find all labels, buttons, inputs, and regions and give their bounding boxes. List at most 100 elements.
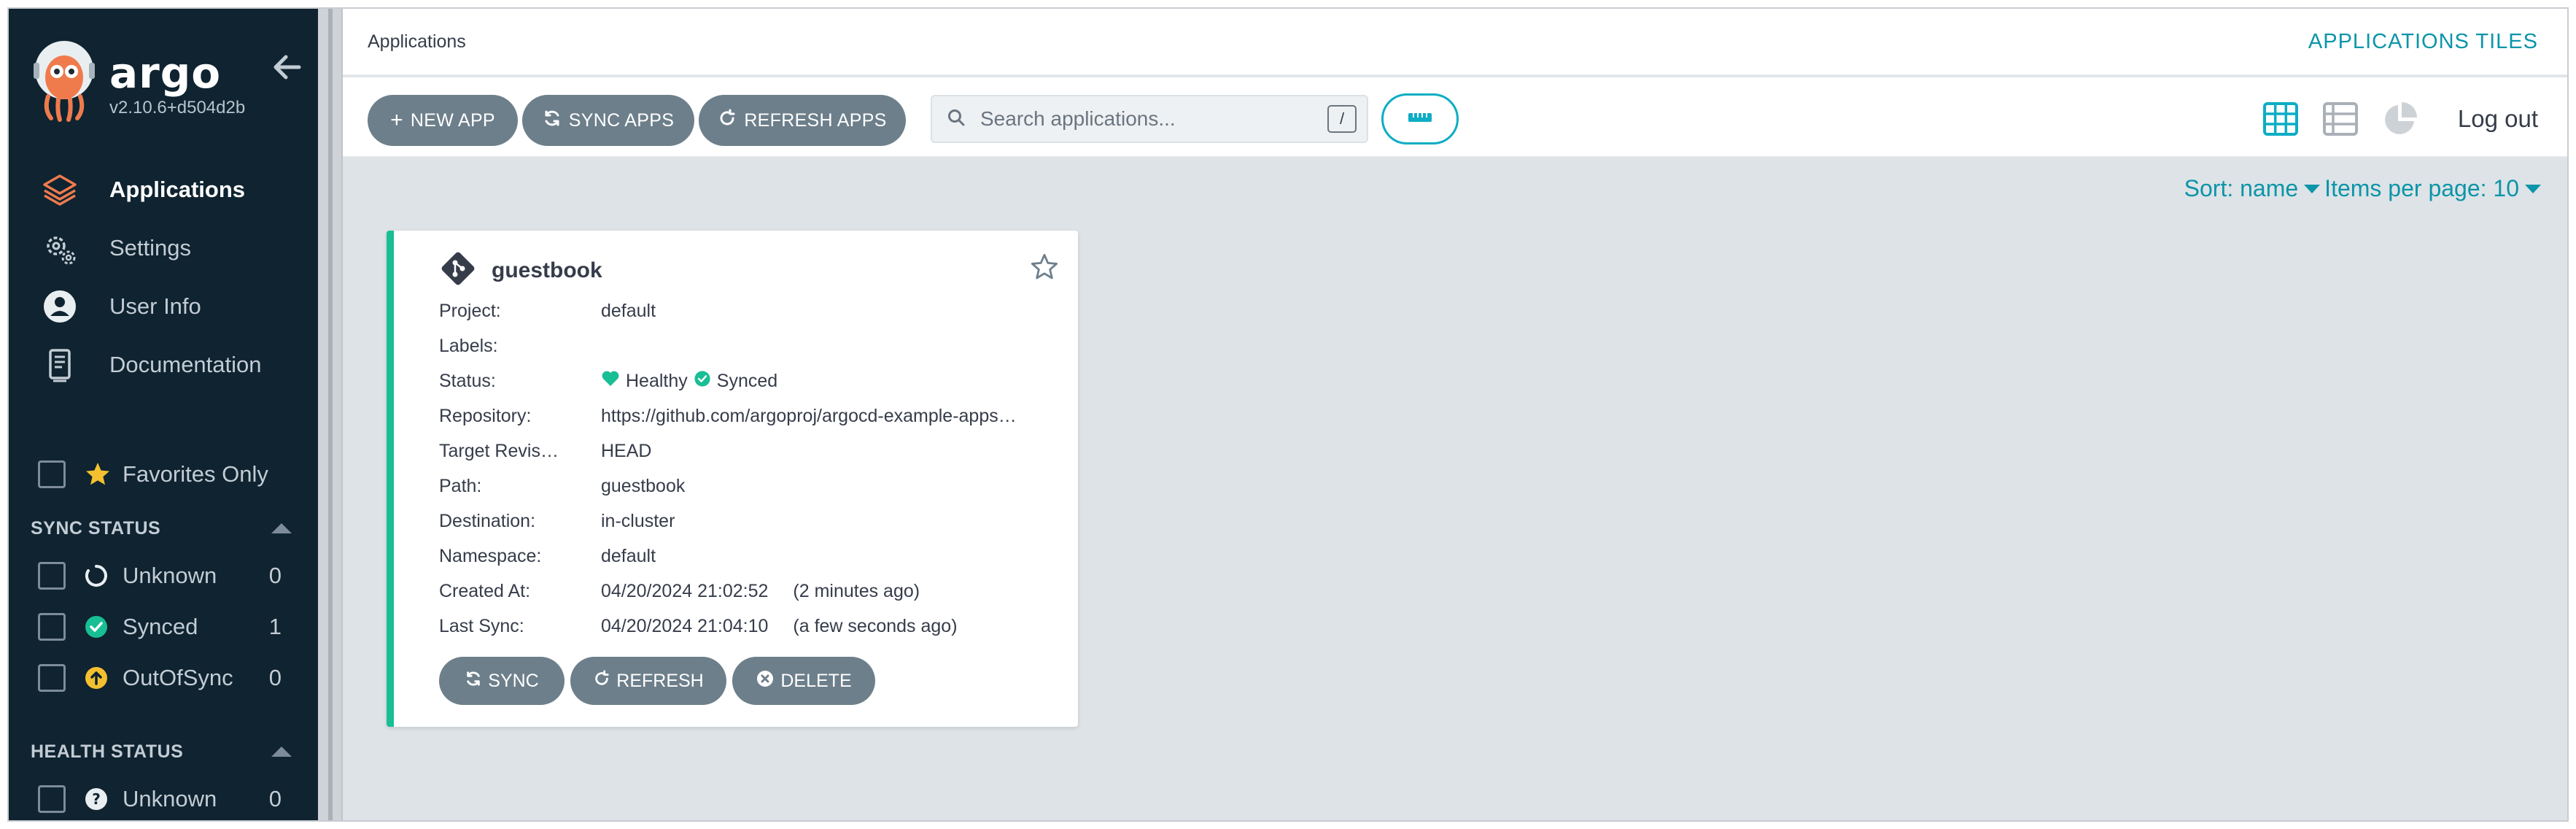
application-name[interactable]: guestbook — [492, 258, 602, 283]
filter-row-outofsync: OutOfSync 0 — [9, 652, 318, 703]
sort-dropdown[interactable]: Sort: name — [2184, 175, 2321, 202]
synced-checkbox[interactable] — [38, 613, 66, 641]
detail-value: 04/20/2024 21:02:52 (2 minutes ago) — [601, 581, 1063, 602]
check-circle-icon — [83, 614, 109, 640]
refresh-apps-label: REFRESH APPS — [744, 109, 887, 131]
new-app-button[interactable]: + NEW APP — [368, 95, 518, 146]
detail-value: default — [601, 546, 1063, 567]
star-icon — [85, 461, 111, 487]
created-at-value: 04/20/2024 21:02:52 — [601, 580, 769, 601]
search-box: / — [931, 95, 1368, 143]
application-details: Project: default Labels: Status: Healthy — [439, 293, 1063, 644]
application-tile[interactable]: guestbook Project: default Labels: Statu… — [387, 231, 1078, 727]
repository-value[interactable]: https://github.com/argoproj/argocd-examp… — [601, 406, 1017, 427]
filter-toggle-button[interactable] — [1381, 93, 1459, 144]
layers-icon — [41, 171, 79, 209]
health-status-filter: HEALTH STATUS ? Unknown 0 — [9, 730, 318, 820]
health-status-header[interactable]: HEALTH STATUS — [9, 730, 318, 774]
detail-key: Created At: — [439, 580, 531, 601]
unknown-health-checkbox[interactable] — [38, 785, 66, 813]
pie-chart-view-icon[interactable] — [2382, 101, 2418, 137]
namespace-value: default — [601, 545, 656, 566]
collapse-sidebar-button[interactable] — [270, 50, 305, 85]
path-value: guestbook — [601, 475, 686, 496]
delete-button[interactable]: DELETE — [732, 657, 875, 705]
new-app-label: NEW APP — [410, 109, 495, 131]
sidebar: argo v2.10.6+d504d2b Applications Settin… — [9, 9, 318, 820]
filter-row-health-unknown: ? Unknown 0 — [9, 774, 318, 820]
refresh-apps-button[interactable]: REFRESH APPS — [699, 95, 906, 146]
search-icon — [947, 108, 966, 131]
outofsync-checkbox[interactable] — [38, 664, 66, 692]
favorites-only-label: Favorites Only — [123, 461, 268, 487]
logout-button[interactable]: Log out — [2458, 105, 2538, 133]
caret-down-icon — [2304, 184, 2321, 193]
question-circle-icon: ? — [83, 786, 109, 812]
detail-value: https://github.com/argoproj/argocd-examp… — [601, 406, 1063, 427]
detail-row-status: Status: Healthy Synced — [439, 363, 1063, 398]
last-sync-relative: (a few seconds ago) — [793, 615, 958, 636]
sync-icon — [465, 670, 482, 693]
collapse-caret-icon[interactable] — [271, 523, 292, 533]
caret-down-icon — [2525, 184, 2541, 193]
scrollbar-thumb[interactable] — [328, 9, 333, 820]
sidebar-item-settings[interactable]: Settings — [9, 219, 318, 277]
detail-value: in-cluster — [601, 511, 1063, 532]
detail-row-target-revision: Target Revis… HEAD — [439, 433, 1063, 469]
sync-label: SYNC — [488, 670, 539, 691]
health-status-title: HEALTH STATUS — [31, 741, 184, 762]
view-switcher: Log out — [2262, 95, 2538, 143]
detail-key: Last Sync: — [439, 615, 524, 636]
tile-actions: SYNC REFRESH DELETE — [439, 657, 875, 705]
detail-row-labels: Labels: — [439, 328, 1063, 363]
arrow-up-circle-icon — [83, 665, 109, 691]
sync-status-filter: SYNC STATUS Unknown 0 Synced 1 OutOfSync… — [9, 506, 318, 703]
unknown-sync-checkbox[interactable] — [38, 562, 66, 590]
refresh-label: REFRESH — [616, 670, 704, 691]
sidebar-scrollbar[interactable] — [318, 9, 343, 820]
created-at-relative: (2 minutes ago) — [793, 580, 920, 601]
delete-label: DELETE — [780, 670, 852, 691]
detail-row-repository: Repository: https://github.com/argoproj/… — [439, 398, 1063, 433]
top-bar: Applications APPLICATIONS TILES — [343, 9, 2567, 76]
detail-value: default — [601, 301, 1063, 322]
breadcrumb[interactable]: Applications — [368, 31, 466, 53]
items-per-page-label: Items per page: 10 — [2324, 175, 2519, 201]
filter-label: Synced — [123, 614, 198, 639]
refresh-icon — [718, 109, 737, 133]
items-per-page-dropdown[interactable]: Items per page: 10 — [2324, 175, 2541, 202]
detail-value: 04/20/2024 21:04:10 (a few seconds ago) — [601, 616, 1063, 637]
sidebar-item-documentation[interactable]: Documentation — [9, 336, 318, 394]
toolbar: + NEW APP SYNC APPS REFRESH APPS Search … — [343, 77, 2567, 158]
search-shortcut-key: / — [1327, 105, 1357, 133]
detail-key: Project: — [439, 300, 501, 321]
argo-octopus-logo-icon — [29, 38, 99, 126]
app-version: v2.10.6+d504d2b — [109, 98, 246, 117]
sidebar-item-user-info[interactable]: User Info — [9, 277, 318, 336]
collapse-caret-icon[interactable] — [271, 747, 292, 757]
favorite-star-icon[interactable] — [1030, 252, 1059, 282]
filter-label: OutOfSync — [123, 665, 233, 690]
sync-status-value: Synced — [716, 370, 778, 391]
sync-status-header[interactable]: SYNC STATUS — [9, 506, 318, 550]
sidebar-item-applications[interactable]: Applications — [9, 161, 318, 219]
detail-key: Labels: — [439, 335, 498, 356]
filter-count: 0 — [268, 563, 282, 588]
detail-row-path: Path: guestbook — [439, 469, 1063, 504]
filter-row-unknown: Unknown 0 — [9, 550, 318, 601]
list-view-icon[interactable] — [2322, 101, 2359, 137]
sync-status-title: SYNC STATUS — [31, 517, 161, 539]
sync-apps-button[interactable]: SYNC APPS — [522, 95, 694, 146]
circle-notch-icon — [83, 563, 109, 589]
sync-button[interactable]: SYNC — [439, 657, 565, 705]
sync-apps-label: SYNC APPS — [568, 109, 675, 131]
tiles-view-icon[interactable] — [2262, 101, 2299, 137]
user-circle-icon — [41, 288, 79, 325]
sidebar-nav: Applications Settings User Info Document… — [9, 161, 318, 394]
favorites-only-checkbox[interactable] — [38, 460, 66, 488]
refresh-button[interactable]: REFRESH — [570, 657, 726, 705]
search-input[interactable] — [980, 107, 1327, 131]
main-content: Applications APPLICATIONS TILES + NEW AP… — [343, 9, 2567, 820]
filter-count: 1 — [268, 614, 282, 639]
plus-icon: + — [390, 108, 403, 132]
